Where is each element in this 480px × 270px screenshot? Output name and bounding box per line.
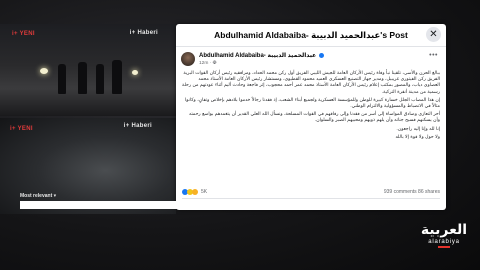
verified-badge-icon <box>318 52 324 58</box>
reaction-count[interactable]: 5K <box>201 189 207 195</box>
alarabiya-logo: العربية alarabiya <box>420 222 468 248</box>
post-body: ببالغ الحزن والأسى، تلقينا نبأ وفاة رئيس… <box>176 71 446 141</box>
reactions-bar: 5K 939 comments 86 shares <box>182 188 440 197</box>
logo-arabic: العربية <box>420 222 468 238</box>
post-dialog-header: Abdulhamid Aldabaiba- عبدالحميد الدبيبة'… <box>176 24 446 47</box>
post-paragraph: ببالغ الحزن والأسى، تلقينا نبأ وفاة رئيس… <box>182 71 440 95</box>
watermark-top-right: i+ Haberi <box>129 30 158 36</box>
comment-preview <box>20 201 182 209</box>
timestamp[interactable]: 12m <box>199 61 208 66</box>
watermark-top-left: i+ YENI <box>12 31 35 37</box>
post-paragraph: أحر التعازي وصادق المواساة إلى أسر من فق… <box>189 112 440 124</box>
more-dots-icon[interactable]: ••• <box>429 52 438 59</box>
post-meta: 12m · 🌐︎ <box>199 61 217 66</box>
logo-latin: alarabiya <box>428 239 460 245</box>
watermark-bottom-left: i+ YENI <box>10 126 33 132</box>
video-clip-wreckage: i+ YENI i+ Haberi <box>0 118 176 214</box>
author-name[interactable]: Abdulhamid Aldabaiba- عبدالحميد الدبيبة <box>199 52 324 59</box>
logo-accent-bar <box>438 246 450 248</box>
care-reaction-icon <box>192 189 198 195</box>
person-silhouette <box>58 64 66 94</box>
vehicle-light <box>40 68 48 74</box>
post-author-row: Abdulhamid Aldabaiba- عبدالحميد الدبيبة … <box>176 47 446 71</box>
avatar[interactable] <box>181 52 195 66</box>
comments-shares-count[interactable]: 939 comments 86 shares <box>384 189 440 195</box>
close-icon[interactable]: ✕ <box>426 27 441 42</box>
vehicle-light <box>132 70 138 75</box>
person-silhouette <box>78 62 87 94</box>
most-relevant-filter[interactable]: Most relevant ▾ <box>20 193 56 199</box>
post-paragraph: ولا حول ولا قوة إلا بالله <box>395 134 440 140</box>
facebook-post-dialog: Abdulhamid Aldabaiba- عبدالحميد الدبيبة'… <box>176 24 446 210</box>
video-clip-night-scene: i+ YENI i+ Haberi <box>0 24 176 116</box>
person-silhouette <box>96 64 104 94</box>
divider <box>182 198 440 199</box>
person-silhouette <box>112 60 122 94</box>
reaction-icons[interactable] <box>182 189 198 195</box>
globe-icon: 🌐︎ <box>212 61 217 66</box>
post-paragraph: إن هذا المصاب الجلل خسارة كبيرة للوطن ول… <box>185 97 440 110</box>
post-paragraph: إنا لله وإنا إليه راجعون. <box>396 126 440 132</box>
watermark-bottom-right: i+ Haberi <box>123 123 152 129</box>
post-dialog-title: Abdulhamid Aldabaiba- عبدالحميد الدبيبة'… <box>214 30 408 40</box>
